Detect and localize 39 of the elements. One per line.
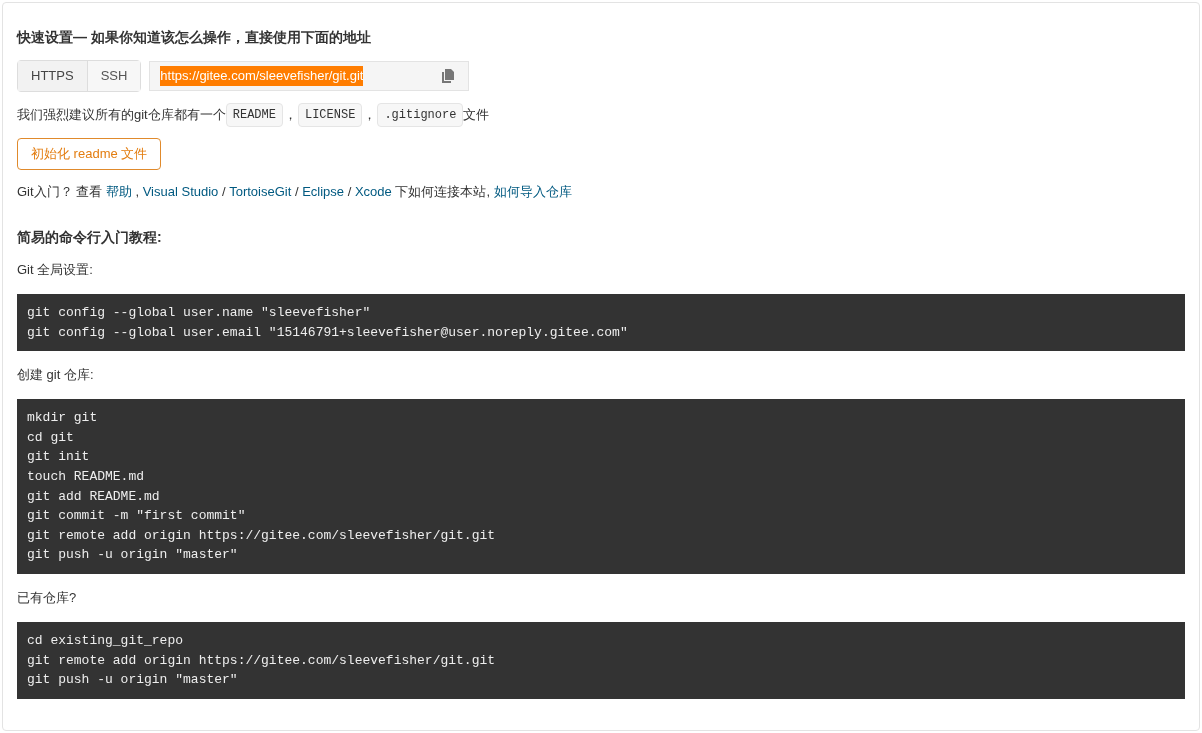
code-line: mkdir git xyxy=(27,409,98,428)
help-text: / xyxy=(346,183,353,202)
code-line: touch README.md xyxy=(27,467,145,486)
recommend-text: 我们强烈建议所有的git仓库都有一个 xyxy=(17,106,226,125)
code-line: git add README.md xyxy=(27,487,160,506)
help-text: , xyxy=(134,183,141,202)
help-link[interactable]: TortoiseGit xyxy=(229,182,292,202)
code-line: git config --global user.name "sleevefisher" xyxy=(27,304,371,322)
section-label: Git 全局设置: xyxy=(17,261,94,279)
file-name-tag: README xyxy=(225,103,283,127)
help-link[interactable]: Eclipse xyxy=(302,182,345,202)
code-line: git init xyxy=(27,448,90,467)
section-label: 已有仓库? xyxy=(17,588,78,607)
protocol-tab[interactable]: SSH xyxy=(86,61,141,91)
help-text: / xyxy=(293,183,300,202)
tutorial-heading: 简易的命令行入门教程: xyxy=(17,228,163,247)
help-link[interactable]: Visual Studio xyxy=(142,182,219,202)
separator-text: ， xyxy=(362,106,378,125)
help-link[interactable]: 帮助 xyxy=(105,182,132,202)
code-line: git config --global user.email "15146791+sleevefisher@user.noreply.gitee.com" xyxy=(27,323,628,342)
help-text: / xyxy=(220,183,227,202)
help-text: Git入门？ 查看 xyxy=(17,183,104,202)
help-text: 下如何连接本站, xyxy=(394,183,492,202)
code-line: git remote add origin https://gitee.com/sleevefisher/git.git xyxy=(27,651,496,670)
code-line: git push -u origin "master" xyxy=(27,546,238,565)
section-title: 快速设置— 如果你知道该怎么操作，直接使用下面的地址 xyxy=(17,28,372,47)
code-line: git push -u origin "master" xyxy=(27,671,238,690)
code-line: cd existing_git_repo xyxy=(27,631,184,650)
code-line: git commit -m "first commit" xyxy=(27,507,246,526)
file-name-tag: LICENSE xyxy=(297,103,363,127)
file-name-tag: .gitignore xyxy=(377,103,464,127)
recommend-suffix: 文件 xyxy=(463,106,490,125)
help-link[interactable]: 如何导入仓库 xyxy=(493,182,572,202)
code-line: cd git xyxy=(27,428,74,447)
section-label: 创建 git 仓库: xyxy=(17,366,95,385)
separator-text: ， xyxy=(282,106,298,125)
code-line: git remote add origin https://gitee.com/sleevefisher/git.git xyxy=(27,526,496,545)
copy-icon[interactable] xyxy=(442,69,455,83)
help-link[interactable]: Xcode xyxy=(354,182,392,202)
